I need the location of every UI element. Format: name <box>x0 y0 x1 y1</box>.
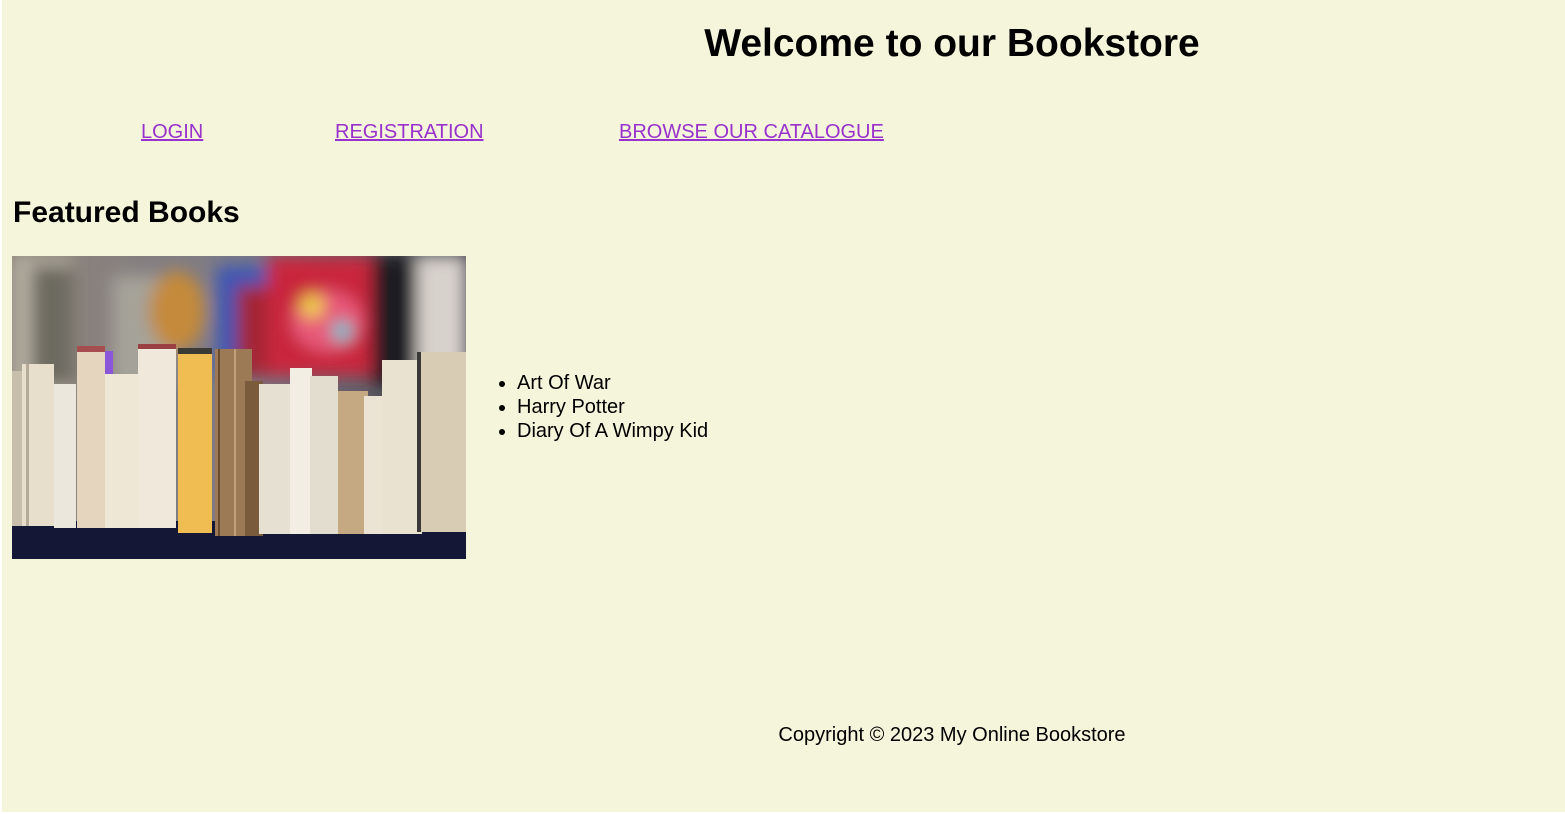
featured-books-heading: Featured Books <box>13 196 240 229</box>
browse-catalogue-link[interactable]: BROWSE OUR CATALOGUE <box>619 121 884 144</box>
list-item: Harry Potter <box>517 395 708 419</box>
page: Welcome to our Bookstore LOGIN REGISTRAT… <box>2 0 1565 812</box>
copyright-footer: Copyright © 2023 My Online Bookstore <box>778 724 1126 746</box>
list-item: Diary Of A Wimpy Kid <box>517 419 708 443</box>
login-link[interactable]: LOGIN <box>141 121 203 144</box>
list-item: Art Of War <box>517 371 708 395</box>
featured-books-list: Art Of War Harry Potter Diary Of A Wimpy… <box>517 371 708 443</box>
page-title: Welcome to our Bookstore <box>704 22 1200 65</box>
registration-link[interactable]: REGISTRATION <box>335 121 484 144</box>
featured-books-image <box>12 256 466 559</box>
